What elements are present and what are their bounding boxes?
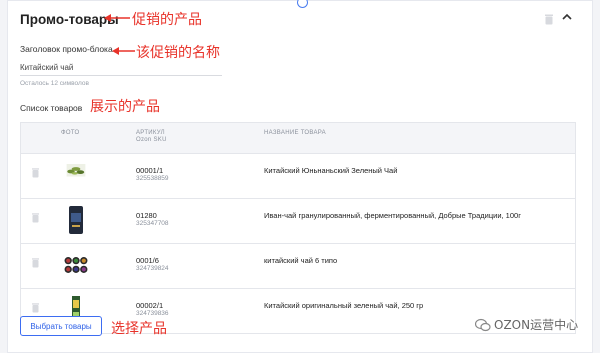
delete-row-icon[interactable] [32,303,39,313]
delete-row-icon[interactable] [32,213,39,223]
annotation-arrow [112,47,135,55]
column-article: АРТИКУЛ Ozon SKU [136,130,167,143]
input-underline [20,75,222,76]
ozon-sku: 324739824 [136,265,169,272]
product-name: Китайский оригинальный зеленый чай, 250 … [264,301,424,310]
table-header: ФОТО АРТИКУЛ Ozon SKU НАЗВАНИЕ ТОВАРА [21,123,575,154]
column-ozon-sku-label: Ozon SKU [136,137,167,143]
annotation-arrow [104,14,130,22]
delete-row-icon[interactable] [32,168,39,178]
drag-handle-dot[interactable] [297,0,308,8]
product-list-label: Список товаров [20,103,83,113]
table-row: 00001/1 325538859 Китайский Юньнаньский … [21,154,575,199]
product-name: Иван-чай гранулированный, ферментированн… [264,211,521,220]
ozon-sku: 325538859 [136,175,169,182]
promo-title-input[interactable]: Китайский чай [20,63,73,72]
product-thumbnail [69,206,83,234]
products-table: ФОТО АРТИКУЛ Ozon SKU НАЗВАНИЕ ТОВАРА 00… [20,122,576,334]
annotation-shown-products: 展示的产品 [90,99,160,115]
product-thumbnail [66,164,86,177]
product-thumbnail [64,257,88,273]
product-name: Китайский Юньнаньский Зеленый Чай [264,166,398,175]
article-number: 00002/1 [136,301,164,310]
table-row: 01280 325347708 Иван-чай гранулированный… [21,199,575,244]
article-number: 00001/1 [136,166,164,175]
table-row: 0001/6 324739824 китайский чай 6 типо [21,244,575,289]
delete-section-icon[interactable] [545,14,553,25]
column-photo: ФОТО [61,130,80,136]
column-article-label: АРТИКУЛ [136,130,165,136]
watermark-text: OZON运营中心 [494,318,579,332]
ozon-sku: 325347708 [136,220,169,227]
annotation-promo-products: 促销的产品 [132,12,202,28]
promo-title-label: Заголовок промо-блока [20,44,113,54]
select-products-button[interactable]: Выбрать товары [20,316,102,336]
wechat-icon [475,318,491,331]
annotation-promo-name: 该促销的名称 [136,45,220,61]
annotation-select-products: 选择产品 [111,321,167,337]
article-number: 01280 [136,211,157,220]
ozon-sku: 324739836 [136,310,169,317]
chevron-up-icon[interactable] [561,11,573,23]
column-name: НАЗВАНИЕ ТОВАРА [264,130,326,136]
article-number: 0001/6 [136,256,159,265]
promo-products-card: Промо-товары 促销的产品 Заголовок промо-блока… [7,0,593,353]
product-name: китайский чай 6 типо [264,256,338,265]
delete-row-icon[interactable] [32,258,39,268]
chars-left-hint: Осталось 12 символов [20,80,89,87]
watermark: OZON运营中心 [475,316,578,333]
